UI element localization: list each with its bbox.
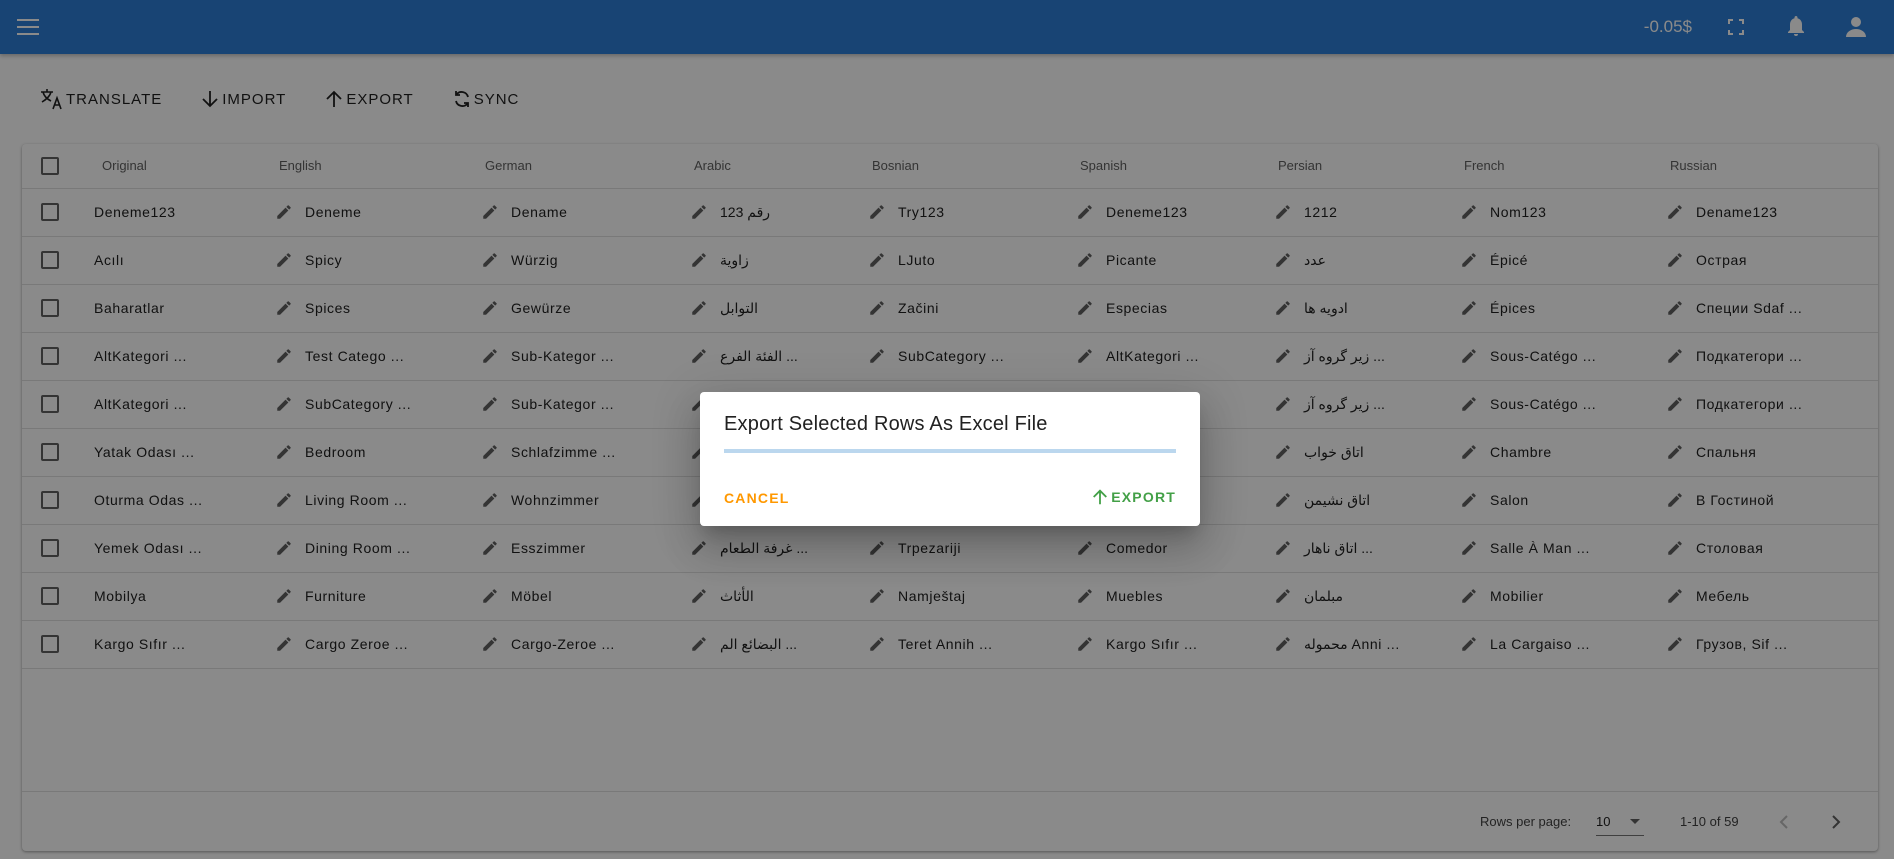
export-dialog: Export Selected Rows As Excel File CANCE… <box>700 392 1200 526</box>
export-progress-bar <box>724 449 1176 453</box>
arrow-up-icon <box>1093 489 1108 505</box>
dialog-title: Export Selected Rows As Excel File <box>724 413 1048 435</box>
cancel-button[interactable]: CANCEL <box>724 490 790 506</box>
dialog-export-button[interactable]: EXPORT <box>1091 488 1176 506</box>
dialog-export-label: EXPORT <box>1111 489 1176 505</box>
